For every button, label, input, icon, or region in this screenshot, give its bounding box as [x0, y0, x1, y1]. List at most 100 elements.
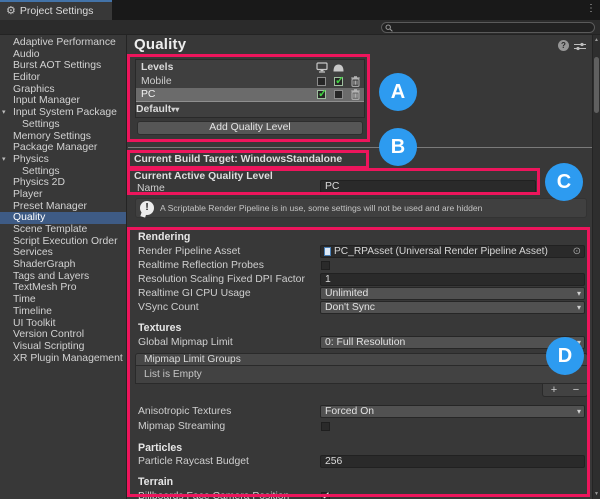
sidebar-item-input-system-package[interactable]: ▾ Input System Package	[0, 107, 126, 119]
sidebar-item-package-manager[interactable]: Package Manager	[0, 142, 126, 154]
global-mipmap-limit-dropdown[interactable]: 0: Full Resolution ▾	[320, 336, 585, 349]
scroll-up-icon[interactable]: ▲	[593, 37, 600, 43]
remove-list-item-button[interactable]: −	[573, 385, 579, 396]
sidebar-item-adaptive-performance[interactable]: Adaptive Performance	[0, 37, 126, 49]
sidebar-item-label: Adaptive Performance	[13, 37, 116, 48]
chevron-down-icon: ▾	[577, 290, 581, 298]
sidebar-item-label: Burst AOT Settings	[13, 60, 101, 71]
sidebar-item-editor[interactable]: Editor	[0, 72, 126, 84]
section-divider	[128, 147, 592, 148]
window-kebab-menu-icon[interactable]: ⋮	[586, 4, 596, 14]
sidebar-item-input-manager[interactable]: Input Manager	[0, 95, 126, 107]
sidebar-item-time[interactable]: Time	[0, 294, 126, 306]
sidebar-list: Adaptive PerformanceAudioBurst AOT Setti…	[0, 37, 126, 364]
trash-icon[interactable]	[351, 76, 360, 87]
tab-project-settings[interactable]: ⚙ Project Settings	[0, 0, 112, 20]
search-icon	[385, 24, 393, 32]
sidebar-item-xr-plugin-management[interactable]: XR Plugin Management	[0, 353, 126, 365]
sidebar-item-label: Settings	[22, 166, 60, 177]
mobile-checkbox[interactable]: ✓	[334, 77, 343, 86]
sidebar-item-label: Memory Settings	[13, 131, 91, 142]
sidebar-item-textmesh-pro[interactable]: TextMesh Pro	[0, 282, 126, 294]
sidebar-item-label: Script Execution Order	[13, 236, 118, 247]
desktop-checkbox[interactable]	[317, 77, 326, 86]
resolution-scaling-field[interactable]: 1	[320, 273, 585, 286]
sidebar-item-ui-toolkit[interactable]: UI Toolkit	[0, 318, 126, 330]
rendering-section-header: Rendering	[138, 231, 190, 244]
sidebar-item-preset-manager[interactable]: Preset Manager	[0, 201, 126, 213]
current-build-target-label: Current Build Target: WindowsStandalone	[134, 154, 342, 165]
realtime-gi-dropdown[interactable]: Unlimited ▾	[320, 287, 585, 300]
scrollbar-thumb[interactable]	[594, 57, 599, 113]
sidebar-item-tags-and-layers[interactable]: Tags and Layers	[0, 271, 126, 283]
sidebar-item-version-control[interactable]: Version Control	[0, 329, 126, 341]
sidebar-item-shadergraph[interactable]: ShaderGraph	[0, 259, 126, 271]
sidebar-item-label: Settings	[22, 119, 60, 130]
row-resolution-scaling: Resolution Scaling Fixed DPI Factor 1	[128, 273, 592, 286]
row-anisotropic-textures: Anisotropic Textures Forced On ▾	[128, 405, 592, 418]
realtime-reflection-probes-checkbox[interactable]	[321, 261, 330, 270]
mipmap-streaming-checkbox[interactable]	[321, 422, 330, 431]
sidebar-item-quality[interactable]: Quality	[0, 212, 126, 224]
foldout-icon[interactable]: ▾	[2, 107, 6, 119]
default-mobile-dropdown-icon[interactable]: ▾	[175, 105, 179, 114]
sidebar-item-label: Scene Template	[13, 224, 87, 235]
vertical-scrollbar[interactable]: ▲ ▼	[592, 35, 600, 499]
sidebar-item-label: Player	[13, 189, 42, 200]
sidebar-item-visual-scripting[interactable]: Visual Scripting	[0, 341, 126, 353]
name-field[interactable]: PC	[320, 180, 536, 193]
particle-raycast-budget-field[interactable]: 256	[320, 455, 585, 468]
quality-panel: Quality ? ⋮ Levels	[128, 35, 592, 499]
current-active-quality-header: Current Active Quality Level	[134, 171, 273, 182]
list-footer: + −	[542, 384, 588, 397]
sidebar-item-burst-aot-settings[interactable]: Burst AOT Settings	[0, 60, 126, 72]
textures-section-header: Textures	[138, 322, 181, 335]
quality-levels-matrix: Levels Mobile✓PC✓ Default	[135, 59, 365, 118]
vsync-dropdown[interactable]: Don't Sync ▾	[320, 301, 585, 314]
sidebar-item-settings[interactable]: Settings	[0, 119, 126, 131]
scroll-down-icon[interactable]: ▼	[593, 491, 600, 497]
sidebar-item-graphics[interactable]: Graphics	[0, 84, 126, 96]
add-list-item-button[interactable]: +	[551, 385, 557, 396]
page-title: Quality	[134, 36, 186, 53]
sidebar-item-label: Visual Scripting	[13, 341, 84, 352]
particles-section-header: Particles	[138, 442, 182, 455]
sidebar-item-scene-template[interactable]: Scene Template	[0, 224, 126, 236]
sidebar-item-audio[interactable]: Audio	[0, 49, 126, 61]
billboards-face-camera-checkbox[interactable]: ✓	[321, 492, 330, 499]
settings-sidebar: Adaptive PerformanceAudioBurst AOT Setti…	[0, 35, 127, 499]
render-pipeline-asset-field[interactable]: PC_RPAsset (Universal Render Pipeline As…	[320, 245, 585, 258]
sidebar-item-memory-settings[interactable]: Memory Settings	[0, 131, 126, 143]
quality-level-row-pc[interactable]: PC✓	[136, 88, 364, 101]
sidebar-item-label: TextMesh Pro	[13, 282, 77, 293]
mobile-checkbox[interactable]	[334, 90, 343, 99]
quality-level-row-mobile[interactable]: Mobile✓	[136, 75, 364, 88]
chevron-down-icon: ▾	[577, 408, 581, 416]
object-picker-icon[interactable]: ⊙	[573, 247, 581, 257]
row-global-mipmap-limit: Global Mipmap Limit 0: Full Resolution ▾	[128, 336, 592, 349]
sidebar-item-label: Preset Manager	[13, 201, 87, 212]
sidebar-item-label: Audio	[13, 49, 40, 60]
anisotropic-textures-dropdown[interactable]: Forced On ▾	[320, 405, 585, 418]
desktop-checkbox[interactable]: ✓	[317, 90, 326, 99]
foldout-icon[interactable]: ▾	[2, 154, 6, 166]
sidebar-item-label: Timeline	[13, 306, 52, 317]
sidebar-item-player[interactable]: Player	[0, 189, 126, 201]
sidebar-item-label: Editor	[13, 72, 40, 83]
trash-icon[interactable]	[351, 89, 360, 100]
mipmap-limit-groups-header[interactable]: Mipmap Limit Groups	[135, 353, 588, 366]
sidebar-item-physics[interactable]: ▾Physics	[0, 154, 126, 166]
sidebar-item-services[interactable]: Services	[0, 247, 126, 259]
sidebar-item-label: Input Manager	[13, 95, 80, 106]
preset-icon[interactable]	[574, 42, 586, 51]
add-quality-level-button[interactable]: Add Quality Level	[137, 121, 363, 135]
sidebar-item-label: XR Plugin Management	[13, 353, 123, 364]
sidebar-item-script-execution-order[interactable]: Script Execution Order	[0, 236, 126, 248]
sidebar-item-settings[interactable]: Settings	[0, 166, 126, 178]
sidebar-item-timeline[interactable]: Timeline	[0, 306, 126, 318]
sidebar-item-label: Input System Package	[13, 107, 117, 118]
sidebar-item-physics-2d[interactable]: Physics 2D	[0, 177, 126, 189]
search-input[interactable]	[381, 22, 595, 33]
help-icon[interactable]: ?	[558, 40, 569, 51]
row-mipmap-streaming: Mipmap Streaming	[128, 420, 592, 433]
